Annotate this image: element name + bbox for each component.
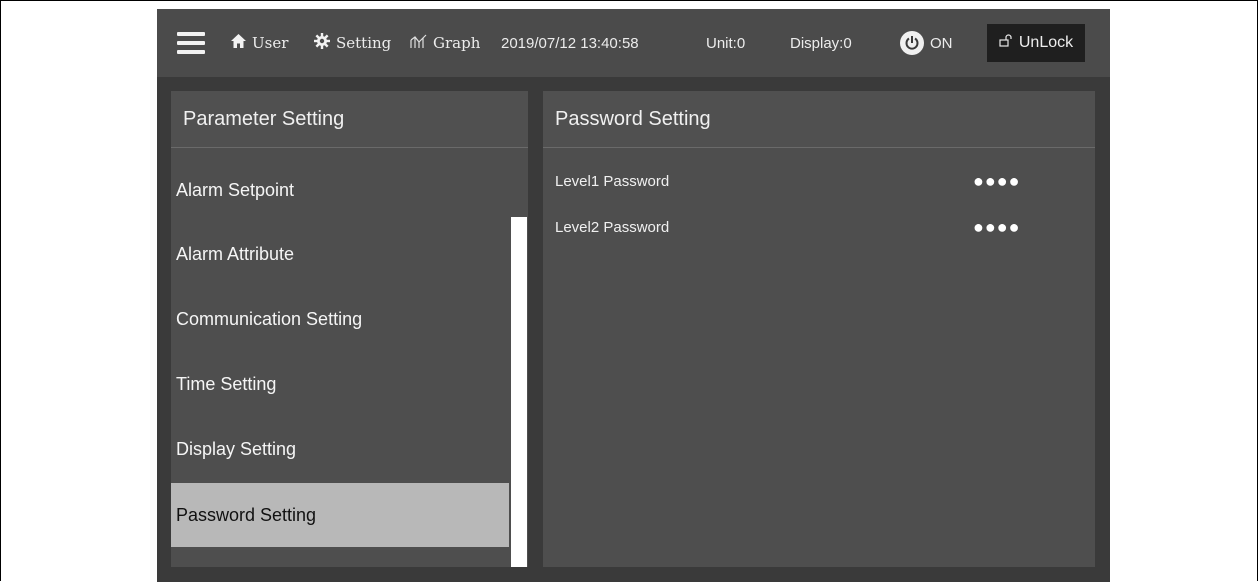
level2-password-value[interactable]: ●●●● [973, 217, 1021, 238]
device-screen: User Setting Graph 2019/07/12 13:40:58 U… [157, 9, 1110, 582]
list-item-time-setting[interactable]: Time Setting [171, 352, 509, 416]
menu-icon [177, 32, 205, 54]
parameter-setting-title: Parameter Setting [171, 91, 528, 148]
unlock-button[interactable]: UnLock [987, 24, 1085, 62]
graph-label: Graph [433, 34, 481, 52]
menu-button[interactable] [177, 9, 207, 77]
list-item-password-setting[interactable]: Password Setting [171, 483, 509, 547]
gear-icon [314, 33, 330, 53]
top-bar: User Setting Graph 2019/07/12 13:40:58 U… [157, 9, 1110, 77]
datetime-display: 2019/07/12 13:40:58 [501, 34, 639, 52]
level1-password-value[interactable]: ●●●● [973, 171, 1021, 192]
unlock-label: UnLock [1018, 34, 1074, 51]
power-icon [900, 31, 924, 55]
power-toggle[interactable]: ON [900, 9, 953, 77]
graph-icon [410, 34, 427, 53]
home-icon [231, 34, 246, 52]
setting-button[interactable]: Setting [314, 9, 391, 77]
level1-password-row[interactable]: Level1 Password ●●●● [555, 166, 1085, 196]
unlock-icon [999, 34, 1013, 52]
parameter-setting-panel: Parameter Setting Alarm Setpoint Alarm A… [171, 91, 528, 567]
user-label: User [252, 34, 289, 52]
setting-label: Setting [336, 34, 392, 52]
power-label: ON [930, 34, 953, 52]
graph-button[interactable]: Graph [410, 9, 480, 77]
list-item-alarm-setpoint[interactable]: Alarm Setpoint [171, 158, 509, 222]
password-setting-panel: Password Setting Level1 Password ●●●● Le… [543, 91, 1095, 567]
list-item-display-setting[interactable]: Display Setting [171, 417, 509, 481]
level1-password-label: Level1 Password [555, 172, 670, 190]
scrollbar[interactable] [511, 217, 527, 567]
list-item-communication-setting[interactable]: Communication Setting [171, 287, 509, 351]
list-item-alarm-attribute[interactable]: Alarm Attribute [171, 222, 509, 286]
password-setting-title: Password Setting [543, 91, 1095, 148]
level2-password-row[interactable]: Level2 Password ●●●● [555, 212, 1085, 242]
unit-indicator: Unit:0 [706, 34, 746, 52]
display-indicator: Display:0 [790, 34, 852, 52]
user-button[interactable]: User [231, 9, 288, 77]
level2-password-label: Level2 Password [555, 218, 670, 236]
